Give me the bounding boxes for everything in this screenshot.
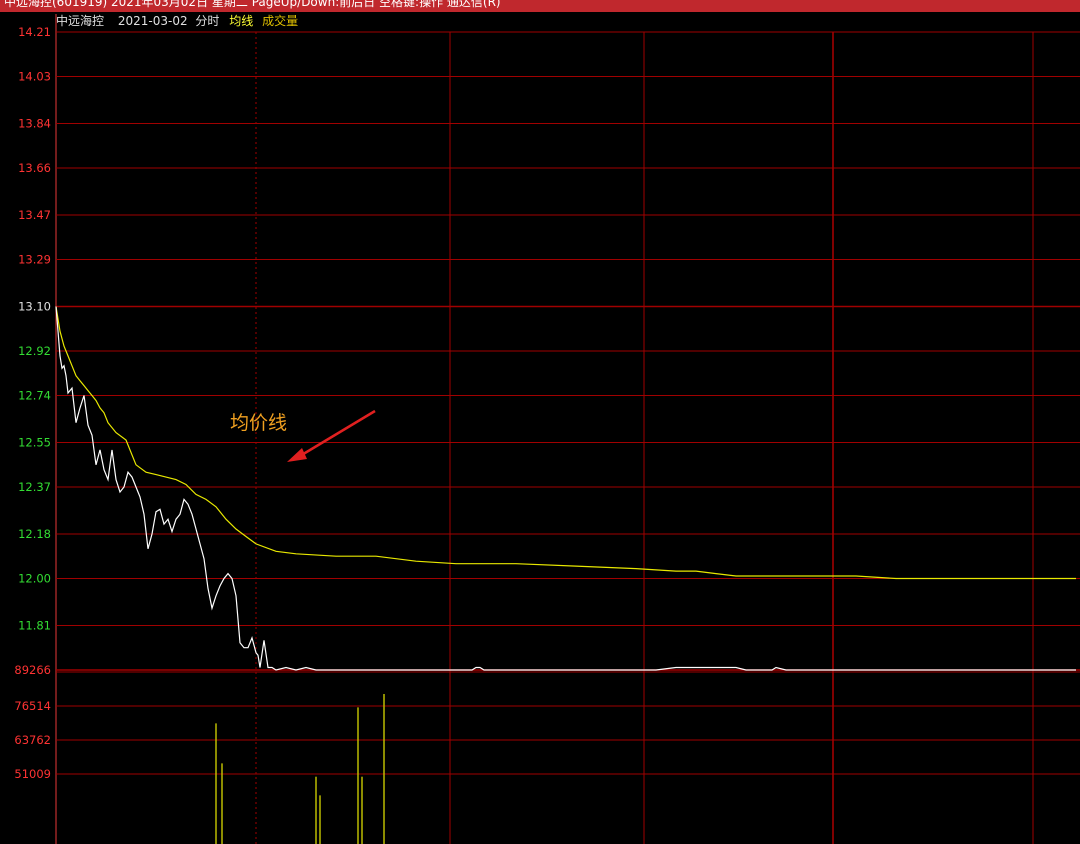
annotation-arrow bbox=[287, 409, 376, 462]
price-tick-label: 13.29 bbox=[18, 253, 51, 267]
volume-axis-labels: 89266 76514 63762 51009 bbox=[14, 663, 51, 781]
price-tick-label: 12.55 bbox=[18, 435, 51, 449]
price-tick-label: 11.81 bbox=[18, 618, 51, 632]
volume-bars bbox=[215, 694, 385, 844]
price-tick-label: 14.03 bbox=[18, 70, 51, 84]
price-tick-label: 12.18 bbox=[18, 527, 51, 541]
price-tick-label: 12.00 bbox=[18, 572, 51, 586]
price-tick-label: 12.74 bbox=[18, 389, 51, 403]
chart-grid bbox=[55, 14, 1080, 844]
volume-tick-label: 89266 bbox=[14, 663, 51, 677]
volume-tick-label: 51009 bbox=[14, 767, 51, 781]
price-tick-label: 14.21 bbox=[18, 25, 51, 39]
price-tick-label: 13.47 bbox=[18, 208, 51, 222]
volume-tick-label: 63762 bbox=[14, 733, 51, 747]
intraday-chart[interactable]: 14.21 14.03 13.84 13.66 13.47 13.29 13.10 12.92… bbox=[0, 0, 1080, 844]
price-tick-label: 12.92 bbox=[18, 344, 51, 358]
price-tick-label: 13.10 bbox=[18, 299, 51, 313]
price-tick-label: 13.84 bbox=[18, 116, 51, 130]
price-tick-label: 13.66 bbox=[18, 161, 51, 175]
price-line bbox=[55, 306, 1076, 671]
annotation-label: 均价线 bbox=[230, 412, 287, 434]
price-tick-label: 12.37 bbox=[18, 480, 51, 494]
volume-tick-label: 76514 bbox=[14, 699, 51, 713]
price-axis-labels: 14.21 14.03 13.84 13.66 13.47 13.29 13.10 12.92… bbox=[18, 25, 51, 632]
